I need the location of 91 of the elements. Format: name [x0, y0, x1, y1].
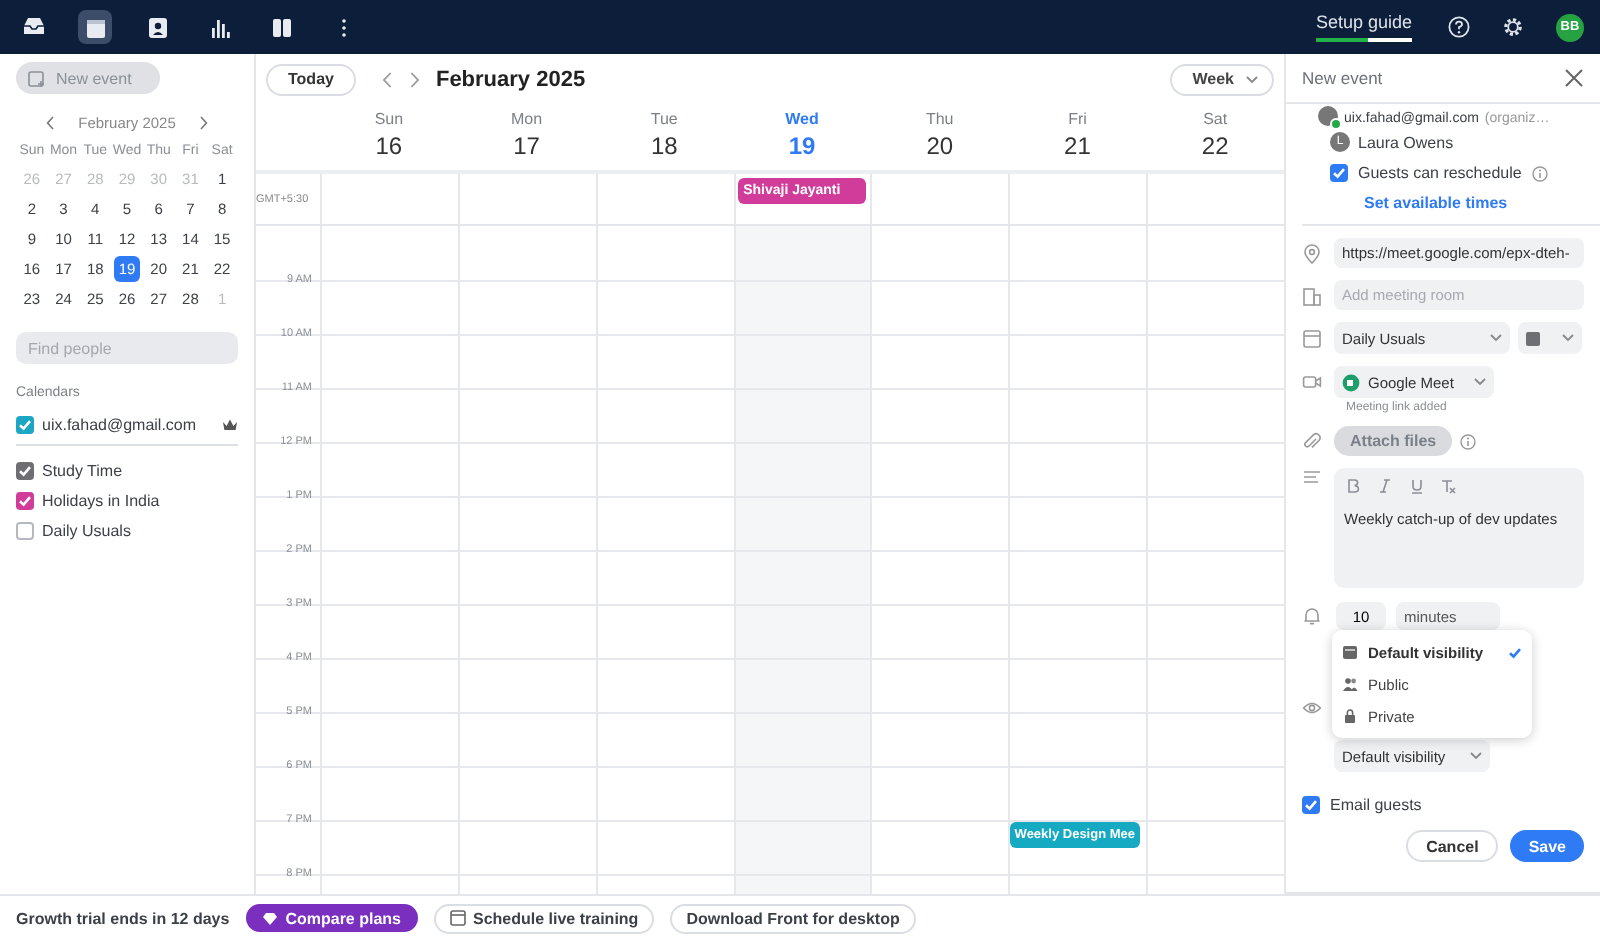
- info-icon: [1460, 433, 1477, 449]
- view-dropdown[interactable]: Week: [1170, 63, 1274, 95]
- download-button[interactable]: Download Front for desktop: [670, 903, 916, 933]
- checkbox[interactable]: [1330, 164, 1348, 182]
- attendee-name: Laura Owens: [1358, 133, 1454, 151]
- calendar-name: Study Time: [42, 462, 125, 480]
- chevron-right-icon: [410, 71, 421, 87]
- day-number: 17: [513, 132, 540, 160]
- bold-button[interactable]: [1344, 478, 1360, 498]
- next-week-button[interactable]: [407, 69, 424, 89]
- bell-icon: [1302, 606, 1322, 626]
- nav-button[interactable]: [78, 10, 112, 44]
- set-times-link[interactable]: Set available times: [1302, 188, 1584, 214]
- day-number: 16: [375, 132, 403, 160]
- day-name: Thu: [925, 110, 954, 128]
- chevron-down-icon: [1246, 75, 1258, 83]
- diamond-icon: [261, 911, 278, 925]
- trial-notice: Growth trial ends in 12 days: [16, 909, 230, 927]
- attendee-avatar: [1318, 106, 1338, 126]
- chevron-down-icon: [1474, 378, 1486, 386]
- day-number: 20: [926, 132, 954, 160]
- eye-icon: [1302, 698, 1322, 718]
- previous-month-button[interactable]: [42, 112, 59, 132]
- info-icon: [1531, 165, 1548, 181]
- day-name: Wed: [785, 110, 819, 128]
- calendar-icon: [1342, 644, 1358, 660]
- cancel-button[interactable]: Cancel: [1406, 830, 1499, 862]
- schedule-training-button[interactable]: Schedule live training: [433, 903, 655, 933]
- calendar-name: uix.fahad@gmail.com: [42, 415, 199, 433]
- bar-chart-icon: [207, 15, 231, 39]
- calendar-icon: [83, 15, 107, 39]
- columns-icon: [269, 15, 293, 39]
- italic-icon: [1377, 478, 1391, 494]
- panel-title: New event: [1302, 68, 1383, 88]
- day-number: 18: [650, 132, 678, 160]
- location-pin-icon: [1302, 243, 1322, 263]
- today-button[interactable]: Today: [266, 63, 356, 95]
- checkbox[interactable]: [16, 415, 34, 433]
- chevron-left-icon: [46, 115, 55, 129]
- checkbox[interactable]: [1302, 796, 1320, 814]
- day-number: 21: [1064, 132, 1091, 160]
- contact-card-icon: [145, 15, 169, 39]
- people-icon: [1342, 676, 1358, 692]
- close-button[interactable]: [1564, 68, 1584, 88]
- chevron-left-icon: [382, 71, 393, 87]
- next-month-button[interactable]: [195, 112, 212, 132]
- day-name: Mon: [511, 110, 543, 128]
- option-label: Guests can reschedule: [1358, 164, 1522, 182]
- text-lines-icon: [1302, 468, 1322, 488]
- day-number: 19: [788, 132, 816, 160]
- help-icon[interactable]: [1448, 16, 1470, 38]
- chevron-down-icon: [1490, 334, 1502, 342]
- underline-button[interactable]: [1408, 478, 1424, 498]
- clear-format-icon: [1440, 478, 1456, 494]
- calendar-plus-icon: [28, 69, 46, 87]
- color-dropdown[interactable]: [1518, 322, 1582, 354]
- save-button[interactable]: Save: [1510, 830, 1584, 862]
- video-camera-icon: [1302, 372, 1322, 392]
- lock-icon: [1342, 708, 1358, 724]
- day-name: Fri: [1068, 110, 1087, 128]
- calendar-title: February 2025: [435, 67, 586, 91]
- option-label: Email guests: [1330, 796, 1422, 814]
- italic-button[interactable]: [1376, 478, 1392, 498]
- day-number: 22: [1201, 132, 1229, 160]
- calendar-icon: [1302, 328, 1322, 348]
- checkbox[interactable]: [16, 492, 34, 510]
- chevron-down-icon: [1562, 334, 1574, 342]
- setup-guide-link[interactable]: Setup guide: [1315, 12, 1412, 42]
- day-name: Tue: [650, 110, 678, 128]
- previous-week-button[interactable]: [379, 69, 396, 89]
- paperclip-icon: [1302, 431, 1322, 451]
- day-name: Sun: [374, 110, 404, 128]
- clear-format-button[interactable]: [1440, 478, 1456, 498]
- underline-icon: [1409, 478, 1423, 494]
- checkmark-icon: [1506, 644, 1522, 660]
- search-field[interactable]: Find people: [16, 332, 238, 364]
- chevron-down-icon: [1470, 752, 1482, 760]
- chevron-right-icon: [199, 115, 208, 129]
- building-icon: [1302, 285, 1322, 305]
- meet-logo-icon: [1342, 373, 1360, 391]
- close-icon: [1564, 68, 1584, 88]
- calendar-icon: [449, 910, 465, 926]
- calendar-name: Daily Usuals: [42, 522, 133, 540]
- bold-icon: [1345, 478, 1359, 494]
- checkbox[interactable]: [16, 462, 34, 480]
- day-name: Sat: [1203, 110, 1228, 128]
- settings-icon[interactable]: [1502, 16, 1524, 38]
- compare-plans-button[interactable]: Compare plans: [245, 904, 417, 932]
- inbox-icon: [21, 15, 45, 39]
- calendar-name: Holidays in India: [42, 492, 162, 510]
- checkbox[interactable]: [16, 522, 34, 540]
